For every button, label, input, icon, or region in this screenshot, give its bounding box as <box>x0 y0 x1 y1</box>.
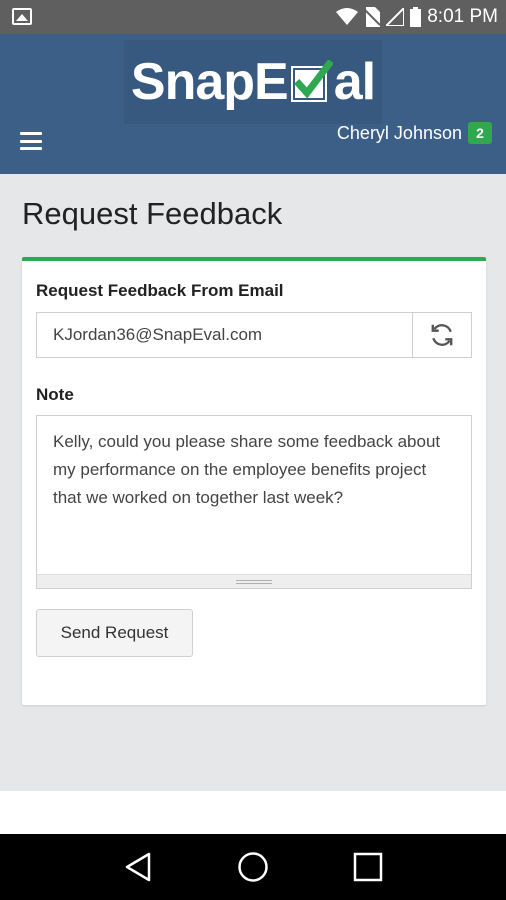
back-icon <box>125 852 150 882</box>
user-info[interactable]: Cheryl Johnson 2 <box>337 122 492 144</box>
wifi-icon <box>336 8 359 25</box>
email-input-group <box>36 312 472 358</box>
image-icon <box>12 8 32 25</box>
signal-icon <box>386 8 405 26</box>
grip-icon <box>236 580 272 584</box>
refresh-icon <box>431 324 453 346</box>
navigation-bar <box>0 834 506 900</box>
page-footer <box>0 791 506 834</box>
note-textarea[interactable]: Kelly, could you please share some feedb… <box>36 415 472 589</box>
home-icon <box>238 852 268 882</box>
email-input[interactable] <box>36 312 412 358</box>
page-title: Request Feedback <box>22 196 283 231</box>
note-label: Note <box>36 385 74 404</box>
home-button[interactable] <box>233 847 273 887</box>
logo-text-right: al <box>333 53 376 111</box>
app-header: SnapE al Cheryl Johnson 2 <box>0 34 506 174</box>
status-bar: 8:01 PM <box>0 0 506 34</box>
no-sim-icon <box>364 7 381 27</box>
clock: 8:01 PM <box>427 6 498 27</box>
email-label: Request Feedback From Email <box>36 281 284 300</box>
note-text[interactable]: Kelly, could you please share some feedb… <box>37 416 471 574</box>
logo: SnapE al <box>124 40 382 124</box>
send-request-button[interactable]: Send Request <box>36 609 193 657</box>
logo-text-left: SnapE <box>130 53 289 111</box>
resize-handle[interactable] <box>37 574 471 588</box>
status-icons: 8:01 PM <box>336 6 498 28</box>
menu-icon[interactable] <box>20 132 42 150</box>
notification-badge[interactable]: 2 <box>468 122 492 144</box>
feedback-card: Request Feedback From Email Note Kelly, … <box>22 257 486 705</box>
recents-icon <box>354 852 383 882</box>
recents-button[interactable] <box>348 847 388 887</box>
checkmark-icon <box>290 60 333 102</box>
back-button[interactable] <box>118 847 158 887</box>
battery-icon <box>410 7 422 27</box>
refresh-button[interactable] <box>412 312 472 358</box>
user-name[interactable]: Cheryl Johnson <box>337 123 462 144</box>
